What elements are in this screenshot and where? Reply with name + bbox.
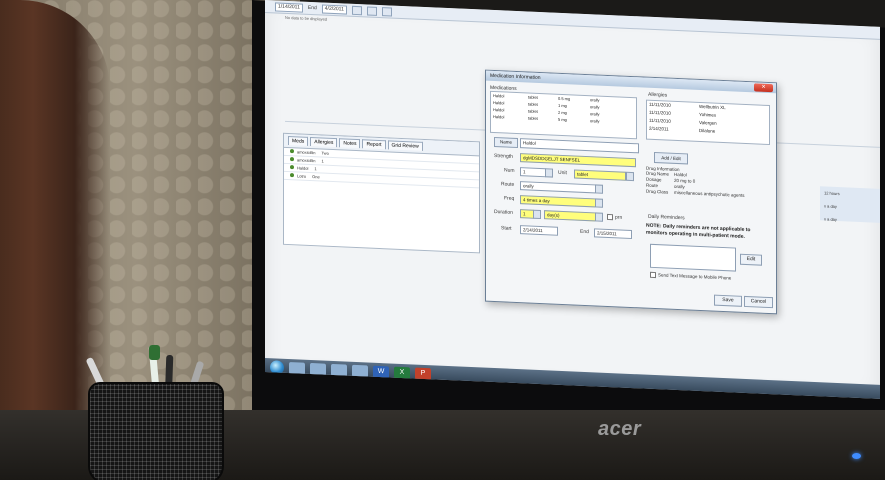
monitor-brand: acer [598,418,642,440]
pen-cap [149,345,160,360]
end-label: End [307,4,317,12]
med-status-icon [290,149,294,154]
num-dropdown[interactable] [545,168,553,178]
photo-scene: 1/14/2011 End 4/2/2011 No data to be dis… [0,0,885,480]
unit-field[interactable]: tablet [574,169,626,181]
checkbox-icon[interactable] [607,213,613,221]
daily-reminders-label: Daily Reminders [648,213,685,222]
duration-field[interactable]: 1 [520,209,534,219]
medications-list: Haldol tablet 0.5 mg orally Haldol tablet 1 m… [490,90,637,140]
folder-icon[interactable] [310,362,326,376]
med-status-icon [290,157,294,162]
schedule-strip: 12 hours x a day x a day [820,186,880,223]
top-toolbar: 1/14/2011 End 4/2/2011 [265,0,880,40]
drug-information: Drug Information Drug Name Haldol Dosage 2… [646,166,768,200]
med-status-icon [290,165,294,170]
freq-label: Freq [504,195,515,202]
end-date-field[interactable]: 2/15/2011 [594,228,632,240]
app-icon[interactable] [352,364,368,378]
date-to-field[interactable]: 4/2/2011 [321,3,347,15]
strength-field[interactable]: dgMDSDDGELJT SENFSEL [520,153,636,168]
close-icon[interactable]: × [754,83,773,93]
tab-notes[interactable]: Notes [339,138,361,149]
pen-holder [88,382,224,480]
reminder-note: NOTE: Daily reminders are not applicable… [646,222,751,240]
duration-stepper[interactable] [533,209,541,220]
powerpoint-icon[interactable]: P [415,367,431,381]
duration-unit-dropdown[interactable] [595,212,603,222]
browser-icon[interactable] [289,362,305,375]
num-field[interactable]: 1 [520,167,546,178]
route-dropdown[interactable] [595,184,603,194]
num-label: Num [504,167,515,174]
no-data-message: No data to be displayed [285,14,328,22]
allergies-list: 11/11/2010 Wellbutrin XL 11/11/2010 Yohime… [646,99,770,146]
prn-checkbox[interactable]: prn [607,213,622,221]
patient-panel: Meds Allergies Notes Report Grid Review … [283,132,480,254]
med-status-icon [290,173,294,178]
end-label: End [580,228,589,236]
start-label: Start [501,225,512,232]
tab-report[interactable]: Report [362,139,386,150]
duration-unit-field[interactable]: day(s) [544,210,596,222]
medication-information-dialog: Medication Information × Medications Hal… [485,69,777,315]
edit-button[interactable]: Edit [740,253,762,266]
media-icon[interactable] [331,363,347,377]
unit-dropdown[interactable] [626,171,634,182]
send-text-checkbox[interactable]: Send Text Message to Mobile Phone [650,271,731,282]
cancel-button[interactable]: Cancel [744,295,773,309]
unit-label: Unit [558,169,567,177]
name-field[interactable]: Haldol [520,138,639,154]
tab-allergies[interactable]: Allergies [310,136,338,148]
toolbar-icon[interactable] [381,6,392,17]
schedule-line: x a day [824,216,837,222]
word-icon[interactable]: W [373,365,389,379]
strength-label: Strength [494,152,513,160]
reminder-list[interactable] [650,243,736,272]
save-button[interactable]: Save [714,294,742,307]
duration-label: Duration [494,208,513,216]
route-label: Route [501,181,515,188]
name-button[interactable]: Name [494,136,518,149]
zoom-in-icon[interactable] [351,5,362,15]
tab-grid-review[interactable]: Grid Review [387,140,423,151]
add-edit-button[interactable]: Add / Edit [654,151,688,165]
date-from-field[interactable]: 1/14/2011 [275,1,303,13]
allergies-label: Allergies [648,91,668,99]
checkbox-icon[interactable] [650,271,656,279]
zoom-out-icon[interactable] [366,5,377,16]
route-field[interactable]: orally [520,181,596,194]
freq-dropdown[interactable] [595,198,603,208]
monitor-screen: 1/14/2011 End 4/2/2011 No data to be dis… [265,0,880,399]
power-indicator [852,453,861,459]
tab-meds[interactable]: Meds [288,136,309,146]
start-date-field[interactable]: 2/14/2011 [520,225,558,236]
excel-icon[interactable]: X [394,366,410,380]
freq-field[interactable]: 4 times a day [520,195,596,208]
